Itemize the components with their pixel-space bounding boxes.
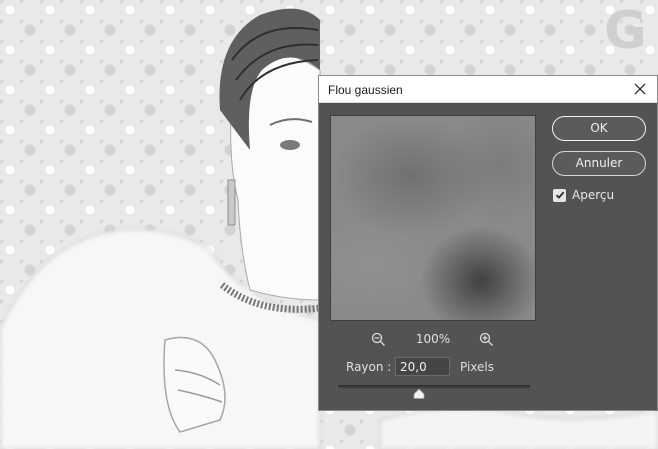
checkmark-icon [555,191,564,199]
earring [227,179,236,226]
zoom-out-icon [371,332,385,346]
logo-fragment: G [604,1,647,61]
fur-coat-right [379,408,658,449]
dialog-titlebar[interactable]: Flou gaussien [319,76,657,103]
eye [280,140,300,150]
preview-area[interactable] [330,115,536,321]
radius-label: Rayon : [346,360,392,374]
zoom-level: 100% [415,332,451,346]
close-button[interactable] [625,77,655,101]
zoom-in-icon [479,332,493,346]
preview-checkbox-label: Aperçu [572,188,615,202]
radius-slider-track[interactable] [338,385,530,388]
ok-button[interactable]: OK [552,116,646,141]
preview-checkbox[interactable] [553,188,566,202]
preview-option[interactable]: Aperçu [553,187,614,203]
close-icon [634,83,646,95]
gaussian-blur-dialog: Flou gaussien 100% Rayon : Pixels OK [318,75,658,411]
zoom-controls: 100% [330,330,536,348]
zoom-in-button[interactable] [478,331,495,348]
cancel-button[interactable]: Annuler [552,151,646,176]
radius-slider-thumb[interactable] [413,389,425,399]
zoom-out-button[interactable] [370,331,387,348]
radius-unit: Pixels [460,360,495,374]
dialog-title: Flou gaussien [328,83,403,97]
radius-input[interactable] [395,357,450,376]
